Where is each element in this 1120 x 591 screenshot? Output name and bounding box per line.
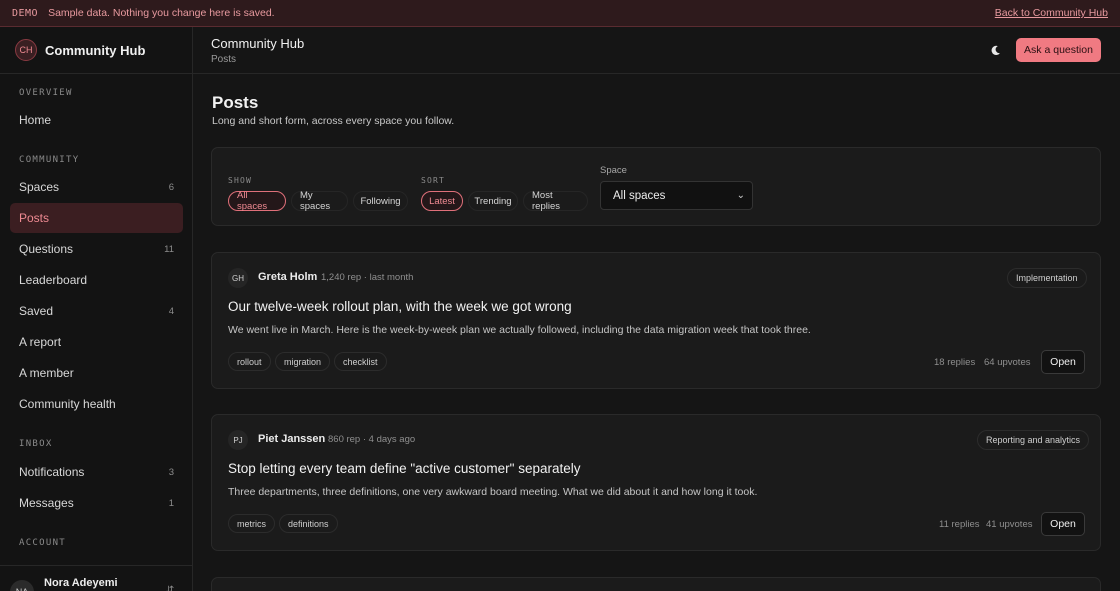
section-community: COMMUNITY [19, 155, 80, 165]
brand[interactable]: CH Community Hub [0, 27, 192, 74]
sidebar-item-leaderboard[interactable]: Leaderboard [10, 265, 183, 295]
page-title: Posts [212, 93, 259, 112]
back-to-community-link[interactable]: Back to Community Hub [995, 7, 1108, 19]
open-post-button[interactable]: Open [1041, 350, 1085, 374]
moon-icon[interactable] [985, 40, 1005, 60]
space-select[interactable]: All spaces ⌄ [600, 181, 753, 210]
post-upvotes: 41 upvotes [986, 519, 1033, 530]
post-title[interactable]: Our twelve-week rollout plan, with the w… [228, 299, 572, 314]
brand-name: Community Hub [45, 42, 146, 58]
post-meta: 1,240 rep · last month [321, 272, 414, 283]
section-account: ACCOUNT [19, 538, 67, 548]
sort-latest[interactable]: Latest [421, 191, 463, 211]
sidebar-item-count: 3 [168, 466, 174, 478]
sidebar-item-label: Saved [19, 304, 54, 318]
post-card[interactable] [211, 577, 1101, 591]
sidebar-item-posts[interactable]: Posts [10, 203, 183, 233]
post-tag[interactable]: migration [275, 352, 331, 371]
post-tag[interactable]: checklist [334, 352, 387, 371]
post-replies: 18 replies [934, 357, 976, 368]
filter-all-spaces[interactable]: All spaces [228, 190, 286, 212]
sidebar-item-count: 1 [168, 497, 174, 509]
filter-following[interactable]: Following [353, 191, 408, 211]
sidebar-item-label: Spaces [19, 180, 60, 194]
sidebar-item-count: 4 [168, 305, 174, 317]
sidebar-item-label: Posts [19, 211, 50, 225]
post-excerpt: We went live in March. Here is the week-… [228, 324, 811, 336]
post-space-badge[interactable]: Reporting and analytics [977, 430, 1090, 450]
space-select-value: All spaces [613, 189, 666, 202]
sort-label: SORT [421, 176, 446, 185]
open-post-button[interactable]: Open [1041, 512, 1085, 536]
post-author[interactable]: Piet Janssen [258, 433, 325, 445]
sidebar-item-count: 6 [168, 181, 174, 193]
post-space-badge[interactable]: Implementation [1007, 268, 1087, 288]
brand-logo: CH [15, 39, 37, 61]
sidebar-item-label: Questions [19, 242, 74, 256]
sidebar-item-label: A report [19, 335, 62, 349]
sidebar-item-saved[interactable]: Saved 4 [10, 296, 183, 326]
post-tag[interactable]: rollout [228, 352, 271, 371]
post-replies: 11 replies [939, 519, 980, 530]
post-author[interactable]: Greta Holm [258, 271, 317, 283]
avatar: GH [228, 268, 248, 288]
demo-banner: DEMO Sample data. Nothing you change her… [0, 0, 1120, 27]
post-title[interactable]: Stop letting every team define "active c… [228, 461, 581, 476]
section-overview: OVERVIEW [19, 88, 73, 98]
sidebar-item-messages[interactable]: Messages 1 [10, 488, 183, 518]
avatar: PJ [228, 430, 248, 450]
demo-tag: DEMO [12, 7, 39, 19]
demo-message: Sample data. Nothing you change here is … [48, 7, 275, 19]
post-excerpt: Three departments, three definitions, on… [228, 486, 758, 498]
space-label: Space [600, 165, 627, 176]
post-card[interactable]: GH Greta Holm 1,240 rep · last month Imp… [211, 252, 1101, 389]
breadcrumb[interactable]: Posts [211, 54, 236, 65]
filter-panel: SHOW All spaces My spaces Following SORT… [211, 147, 1101, 226]
filter-my-spaces[interactable]: My spaces [291, 190, 348, 212]
expand-icon[interactable]: ⇵ [166, 585, 174, 591]
sidebar-item-label: Home [19, 113, 52, 127]
sidebar-item-member[interactable]: A member [10, 358, 183, 388]
ask-question-button[interactable]: Ask a question [1016, 38, 1101, 62]
sidebar-item-home[interactable]: Home [10, 105, 183, 135]
sidebar-item-notifications[interactable]: Notifications 3 [10, 457, 183, 487]
sidebar-item-community-health[interactable]: Community health [10, 389, 183, 419]
sidebar-item-count: 11 [164, 243, 174, 255]
post-tag[interactable]: definitions [279, 514, 338, 533]
chevron-down-icon: ⌄ [736, 190, 745, 201]
sort-most-replies[interactable]: Most replies [523, 190, 588, 212]
post-card[interactable]: PJ Piet Janssen 860 rep · 4 days ago Rep… [211, 414, 1101, 551]
sidebar-item-label: Leaderboard [19, 273, 88, 287]
sidebar-item-label: Notifications [19, 465, 85, 479]
sidebar: CH Community Hub OVERVIEW Home COMMUNITY… [0, 27, 193, 591]
post-meta: 860 rep · 4 days ago [328, 434, 416, 445]
sidebar-item-spaces[interactable]: Spaces 6 [10, 172, 183, 202]
post-tag[interactable]: metrics [228, 514, 275, 533]
avatar: NA [10, 580, 34, 591]
sidebar-item-label: Community health [19, 397, 116, 411]
user-row[interactable]: NA Nora Adeyemi ⇵ [0, 565, 193, 591]
topbar-title: Community Hub [211, 36, 305, 51]
show-label: SHOW [228, 176, 253, 185]
sidebar-item-label: A member [19, 366, 74, 380]
sidebar-item-label: Messages [19, 496, 74, 510]
page-subtitle: Long and short form, across every space … [212, 115, 455, 127]
sidebar-item-report[interactable]: A report [10, 327, 183, 357]
section-inbox: INBOX [19, 439, 53, 449]
sidebar-item-questions[interactable]: Questions 11 [10, 234, 183, 264]
topbar: Community Hub Posts Ask a question [193, 27, 1120, 74]
post-upvotes: 64 upvotes [984, 357, 1031, 368]
sort-trending[interactable]: Trending [468, 191, 518, 211]
user-name: Nora Adeyemi [44, 577, 118, 589]
